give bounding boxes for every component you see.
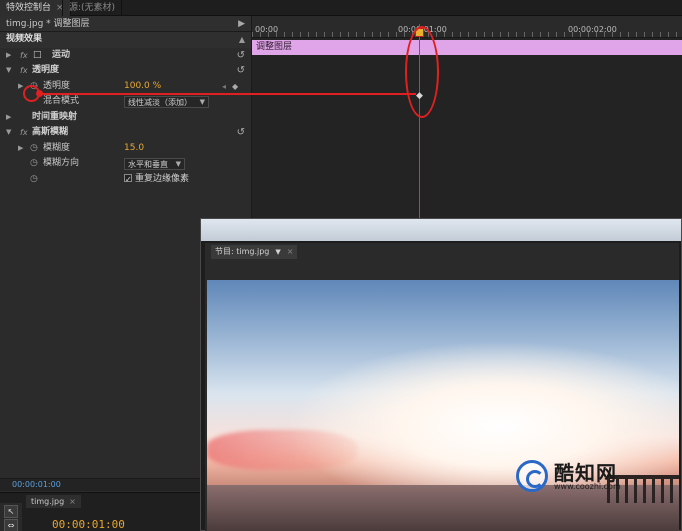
window-titlebar[interactable] — [201, 219, 681, 241]
effect-row-opacity[interactable]: ▼ fx 透明度 ↺ — [0, 63, 251, 79]
blend-mode-label: 混合模式 — [43, 96, 80, 106]
clip-header: timg.jpg * 调整图层 ▶ — [0, 16, 251, 32]
fx-icon[interactable]: fx — [20, 125, 28, 141]
adjustment-layer-bar[interactable]: 调整图层 — [252, 40, 682, 55]
clip-title: timg.jpg * 调整图层 — [6, 19, 90, 29]
stopwatch-icon[interactable]: ◷ — [30, 141, 38, 157]
video-effects-header: 视频效果 ▲ — [0, 32, 251, 48]
blurriness-value[interactable]: 15.0 — [124, 141, 144, 157]
annotation-dot — [36, 90, 43, 97]
program-tab-label: 节目: timg.jpg — [215, 247, 270, 256]
effect-row-time-remap[interactable]: ▶ 时间重映射 — [0, 110, 251, 126]
reset-icon[interactable]: ↺ — [237, 63, 245, 79]
motion-label: 运动 — [52, 49, 71, 60]
add-keyframe-icon[interactable]: ◆ — [232, 79, 238, 95]
tab-source[interactable]: 源:(无素材) — [62, 0, 123, 16]
param-row-blur-dimensions[interactable]: ◷ 模糊方向 水平和垂直 ▼ — [0, 156, 251, 172]
preview-cloud — [207, 430, 357, 470]
collapse-triangle-icon[interactable]: ▼ — [6, 125, 11, 141]
close-icon[interactable]: × — [287, 247, 294, 256]
fx-icon[interactable]: fx — [20, 63, 28, 79]
chevron-down-icon: ▼ — [175, 159, 181, 168]
expand-triangle-icon[interactable]: ▶ — [6, 48, 11, 64]
opacity-param-label: 透明度 — [43, 80, 71, 91]
stopwatch-icon[interactable]: ◷ — [30, 156, 38, 172]
ruler-ticks — [252, 32, 682, 37]
reset-icon[interactable]: ↺ — [237, 48, 245, 64]
fx-icon[interactable]: fx — [20, 48, 28, 64]
video-effects-label: 视频效果 — [6, 34, 43, 44]
blur-dimensions-value: 水平和垂直 — [128, 159, 168, 169]
expand-triangle-icon[interactable]: ▶ — [6, 110, 11, 126]
expand-triangle-icon[interactable]: ▶ — [18, 141, 23, 157]
watermark-url: www.coozhi.com — [554, 482, 621, 491]
reset-icon[interactable]: ↺ — [237, 125, 245, 141]
opacity-value[interactable]: 100.0 % — [124, 79, 161, 95]
keyframe-nav-icon[interactable]: ◂ — [222, 79, 226, 95]
opacity-label: 透明度 — [32, 65, 60, 75]
chevron-down-icon[interactable]: ▼ — [275, 248, 280, 256]
layer-name: 调整图层 — [256, 42, 293, 52]
param-row-blurriness[interactable]: ▶ ◷ 模糊度 15.0 — [0, 141, 251, 157]
blur-dimensions-label: 模糊方向 — [43, 158, 80, 168]
collapse-icon[interactable]: ▲ — [239, 32, 245, 48]
blur-dimensions-dropdown[interactable]: 水平和垂直 ▼ — [124, 157, 185, 170]
annotation-ellipse — [405, 26, 439, 118]
effect-row-motion[interactable]: ▶ fx □ 运动 ↺ — [0, 48, 251, 64]
watermark-logo: 酷知网 www.coozhi.com — [516, 455, 682, 499]
blend-mode-value: 线性减淡（添加） — [128, 97, 192, 107]
tab-program[interactable]: 节目: timg.jpg ▼ × — [211, 245, 298, 259]
panel-tab-bar: 特效控制台 × 源:(无素材) — [0, 0, 682, 16]
tab-source-label: 源:(无素材) — [69, 3, 116, 13]
tab-sequence[interactable]: timg.jpg × — [26, 495, 81, 508]
brand-logo-icon — [516, 460, 548, 492]
sequence-tab-label: timg.jpg — [31, 497, 65, 506]
play-arrow-icon[interactable]: ▶ — [238, 16, 245, 32]
time-remap-label: 时间重映射 — [32, 111, 78, 122]
stopwatch-icon[interactable]: ◷ — [30, 172, 38, 188]
collapse-triangle-icon[interactable]: ▼ — [6, 63, 11, 79]
gaussian-blur-label: 高斯模糊 — [32, 127, 69, 137]
repeat-edge-checkbox[interactable]: 重复边缘像素 — [124, 172, 190, 187]
tab-effect-controls[interactable]: 特效控制台 × — [0, 0, 71, 16]
tools-panel: ↖ ⇔ — [0, 503, 22, 531]
tab-effect-controls-label: 特效控制台 — [6, 3, 52, 13]
close-icon[interactable]: × — [69, 497, 76, 506]
selection-tool-icon[interactable]: ↖ — [4, 505, 18, 518]
motion-transform-icon: □ — [33, 49, 42, 60]
time-ruler[interactable]: 00:00 00:00:01:00 00:00:02:00 — [252, 16, 682, 38]
blend-mode-dropdown[interactable]: 线性减淡（添加） ▼ — [124, 95, 209, 108]
blurriness-label: 模糊度 — [43, 142, 71, 153]
effect-row-gaussian-blur[interactable]: ▼ fx 高斯模糊 ↺ — [0, 125, 251, 141]
repeat-edge-label: 重复边缘像素 — [135, 173, 190, 184]
annotation-line — [40, 93, 416, 95]
current-timecode[interactable]: 00:00:01:00 — [12, 480, 61, 489]
checkbox-checked-icon[interactable] — [124, 172, 132, 187]
chevron-down-icon: ▼ — [199, 97, 205, 106]
track-select-tool-icon[interactable]: ⇔ — [4, 519, 18, 531]
sequence-panel: ↖ ⇔ timg.jpg × 00:00:01:00 — [0, 492, 210, 531]
param-row-repeat-edge[interactable]: ◷ 重复边缘像素 — [0, 172, 251, 188]
sequence-timecode[interactable]: 00:00:01:00 — [52, 518, 125, 531]
